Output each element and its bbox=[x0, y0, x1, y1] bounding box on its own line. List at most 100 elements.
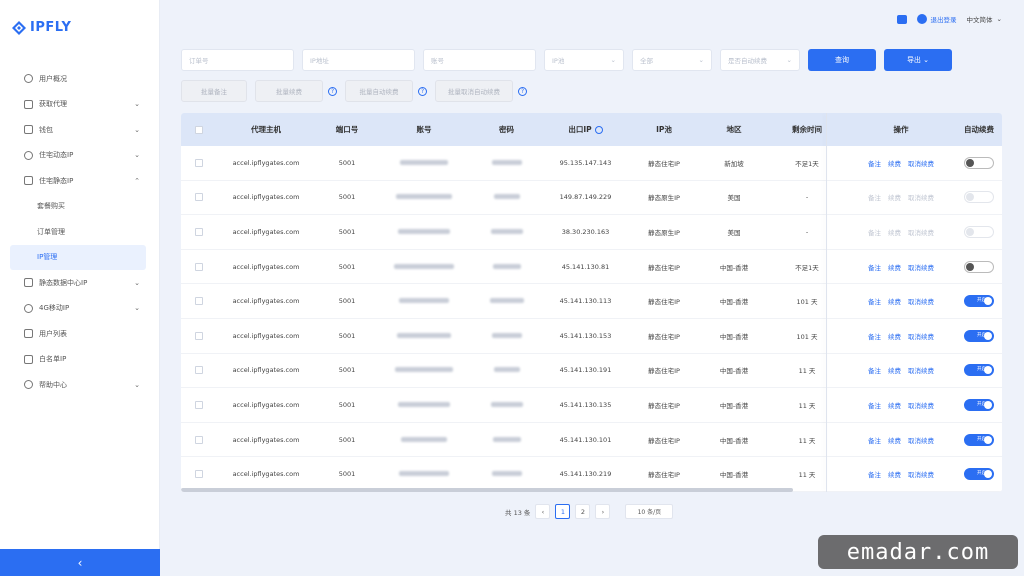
row-checkbox[interactable] bbox=[194, 158, 203, 167]
cancel-renew-link[interactable]: 取消续费 bbox=[908, 262, 934, 272]
help-icon[interactable]: ? bbox=[518, 86, 527, 96]
auto-renew-toggle[interactable]: 开启 bbox=[964, 468, 994, 481]
message-icon[interactable] bbox=[896, 14, 907, 24]
auto-renew-toggle[interactable]: 开启 bbox=[964, 398, 994, 411]
export-button[interactable]: 导出 ⌄ bbox=[884, 49, 952, 71]
sidebar-item[interactable]: 帮助中心 ⌄ bbox=[0, 372, 160, 398]
auto-renew-toggle[interactable] bbox=[964, 156, 994, 169]
note-link[interactable]: 备注 bbox=[868, 435, 881, 445]
renew-link[interactable]: 续费 bbox=[888, 158, 901, 168]
note-link[interactable]: 备注 bbox=[868, 365, 881, 375]
info-icon[interactable] bbox=[594, 126, 603, 134]
sidebar-item[interactable]: IP管理 bbox=[10, 244, 146, 270]
cancel-renew-link[interactable]: 取消续费 bbox=[908, 158, 934, 168]
sidebar-item[interactable]: 用户列表 bbox=[0, 321, 160, 347]
cancel-renew-link[interactable]: 取消续费 bbox=[908, 192, 934, 202]
sidebar-item[interactable]: 4G移动IP ⌄ bbox=[0, 296, 160, 322]
batch-note-button[interactable]: 批量备注 bbox=[181, 80, 247, 102]
region-cell: 中国-香港 bbox=[719, 436, 749, 445]
row-checkbox[interactable] bbox=[194, 400, 203, 409]
renew-link[interactable]: 续费 bbox=[888, 262, 901, 272]
auto-renew-toggle[interactable]: 开启 bbox=[964, 329, 994, 342]
sidebar-item[interactable]: 住宅动态IP ⌄ bbox=[0, 143, 160, 169]
port-cell: 5001 bbox=[338, 297, 356, 306]
note-link[interactable]: 备注 bbox=[868, 262, 881, 272]
cancel-renew-link[interactable]: 取消续费 bbox=[908, 435, 934, 445]
renew-link[interactable]: 续费 bbox=[888, 469, 901, 479]
auto-renew-toggle[interactable] bbox=[964, 260, 994, 273]
order-no-input[interactable]: 订单号 bbox=[181, 49, 294, 71]
language-switcher[interactable]: 中文简体 ⌄ bbox=[967, 14, 1002, 24]
account-input[interactable]: 账号 bbox=[423, 49, 536, 71]
page-size-select[interactable]: 10 条/页 bbox=[625, 504, 674, 519]
renew-link[interactable]: 续费 bbox=[888, 435, 901, 445]
cancel-renew-link[interactable]: 取消续费 bbox=[908, 296, 934, 306]
sidebar-item[interactable]: 白名单IP bbox=[0, 347, 160, 373]
batch-cancel-auto-renew-button[interactable]: 批量取消自动续费 bbox=[435, 80, 513, 102]
renew-link[interactable]: 续费 bbox=[888, 296, 901, 306]
row-checkbox[interactable] bbox=[194, 193, 203, 202]
row-checkbox[interactable] bbox=[194, 435, 203, 444]
sidebar-item[interactable]: 住宅静态IP ⌃ bbox=[0, 168, 160, 194]
auto-renew-select[interactable]: 是否自动续费 ⌄ bbox=[720, 49, 800, 71]
ops-cell: 备注 续费 取消续费 bbox=[846, 469, 956, 479]
renew-link[interactable]: 续费 bbox=[888, 227, 901, 237]
note-link[interactable]: 备注 bbox=[868, 469, 881, 479]
user-menu[interactable]: 退出登录 bbox=[916, 14, 957, 24]
region-cell: 美国 bbox=[727, 228, 741, 237]
cancel-renew-link[interactable]: 取消续费 bbox=[908, 331, 934, 341]
auto-renew-toggle[interactable]: 开启 bbox=[964, 433, 994, 446]
batch-renew-button[interactable]: 批量续费 bbox=[255, 80, 323, 102]
row-checkbox[interactable] bbox=[194, 331, 203, 340]
sidebar-item[interactable]: 套餐购买 bbox=[0, 194, 160, 220]
select-all-checkbox[interactable] bbox=[194, 125, 203, 134]
page-2-button[interactable]: 2 bbox=[575, 504, 591, 519]
ops-cell: 备注 续费 取消续费 bbox=[846, 435, 956, 445]
next-page-button[interactable]: › bbox=[595, 504, 611, 519]
sidebar-item[interactable]: 用户概况 bbox=[0, 66, 160, 92]
auto-renew-toggle[interactable] bbox=[964, 191, 994, 204]
row-checkbox[interactable] bbox=[194, 262, 203, 271]
ip-pool-select[interactable]: IP池 ⌄ bbox=[544, 49, 624, 71]
batch-auto-renew-button[interactable]: 批量自动续费 bbox=[345, 80, 413, 102]
row-checkbox[interactable] bbox=[194, 227, 203, 236]
note-link[interactable]: 备注 bbox=[868, 192, 881, 202]
note-link[interactable]: 备注 bbox=[868, 296, 881, 306]
note-link[interactable]: 备注 bbox=[868, 400, 881, 410]
region-select[interactable]: 全部 ⌄ bbox=[632, 49, 712, 71]
total-count: 共 13 条 bbox=[505, 508, 531, 517]
row-checkbox[interactable] bbox=[194, 366, 203, 375]
note-link[interactable]: 备注 bbox=[868, 227, 881, 237]
auto-renew-toggle[interactable]: 开启 bbox=[964, 295, 994, 308]
ip-cell: 95.135.147.143 bbox=[559, 158, 612, 167]
auto-renew-toggle[interactable] bbox=[964, 225, 994, 238]
renew-link[interactable]: 续费 bbox=[888, 365, 901, 375]
sidebar-item[interactable]: 订单管理 bbox=[0, 219, 160, 245]
prev-page-button[interactable]: ‹ bbox=[535, 504, 551, 519]
sidebar-item[interactable]: 静态数据中心IP ⌄ bbox=[0, 270, 160, 296]
horizontal-scrollbar[interactable] bbox=[181, 488, 793, 492]
row-select-cell bbox=[181, 158, 216, 167]
note-link[interactable]: 备注 bbox=[868, 331, 881, 341]
page-1-button[interactable]: 1 bbox=[555, 504, 571, 519]
renew-link[interactable]: 续费 bbox=[888, 192, 901, 202]
brand-logo[interactable]: IPFLY bbox=[12, 20, 71, 35]
cancel-renew-link[interactable]: 取消续费 bbox=[908, 227, 934, 237]
search-button[interactable]: 查询 bbox=[808, 49, 876, 71]
auto-renew-toggle[interactable]: 开启 bbox=[964, 364, 994, 377]
renew-link[interactable]: 续费 bbox=[888, 400, 901, 410]
ops-cell: 备注 续费 取消续费 bbox=[846, 262, 956, 272]
help-icon[interactable]: ? bbox=[328, 86, 337, 96]
row-checkbox[interactable] bbox=[194, 470, 203, 479]
cancel-renew-link[interactable]: 取消续费 bbox=[908, 400, 934, 410]
row-checkbox[interactable] bbox=[194, 297, 203, 306]
note-link[interactable]: 备注 bbox=[868, 158, 881, 168]
sidebar-collapse-button[interactable]: ‹ bbox=[0, 549, 160, 576]
renew-link[interactable]: 续费 bbox=[888, 331, 901, 341]
sidebar-item[interactable]: 获取代理 ⌄ bbox=[0, 92, 160, 118]
cancel-renew-link[interactable]: 取消续费 bbox=[908, 365, 934, 375]
help-icon[interactable]: ? bbox=[418, 86, 427, 96]
ip-address-input[interactable]: IP地址 bbox=[302, 49, 415, 71]
sidebar-item[interactable]: 钱包 ⌄ bbox=[0, 117, 160, 143]
cancel-renew-link[interactable]: 取消续费 bbox=[908, 469, 934, 479]
